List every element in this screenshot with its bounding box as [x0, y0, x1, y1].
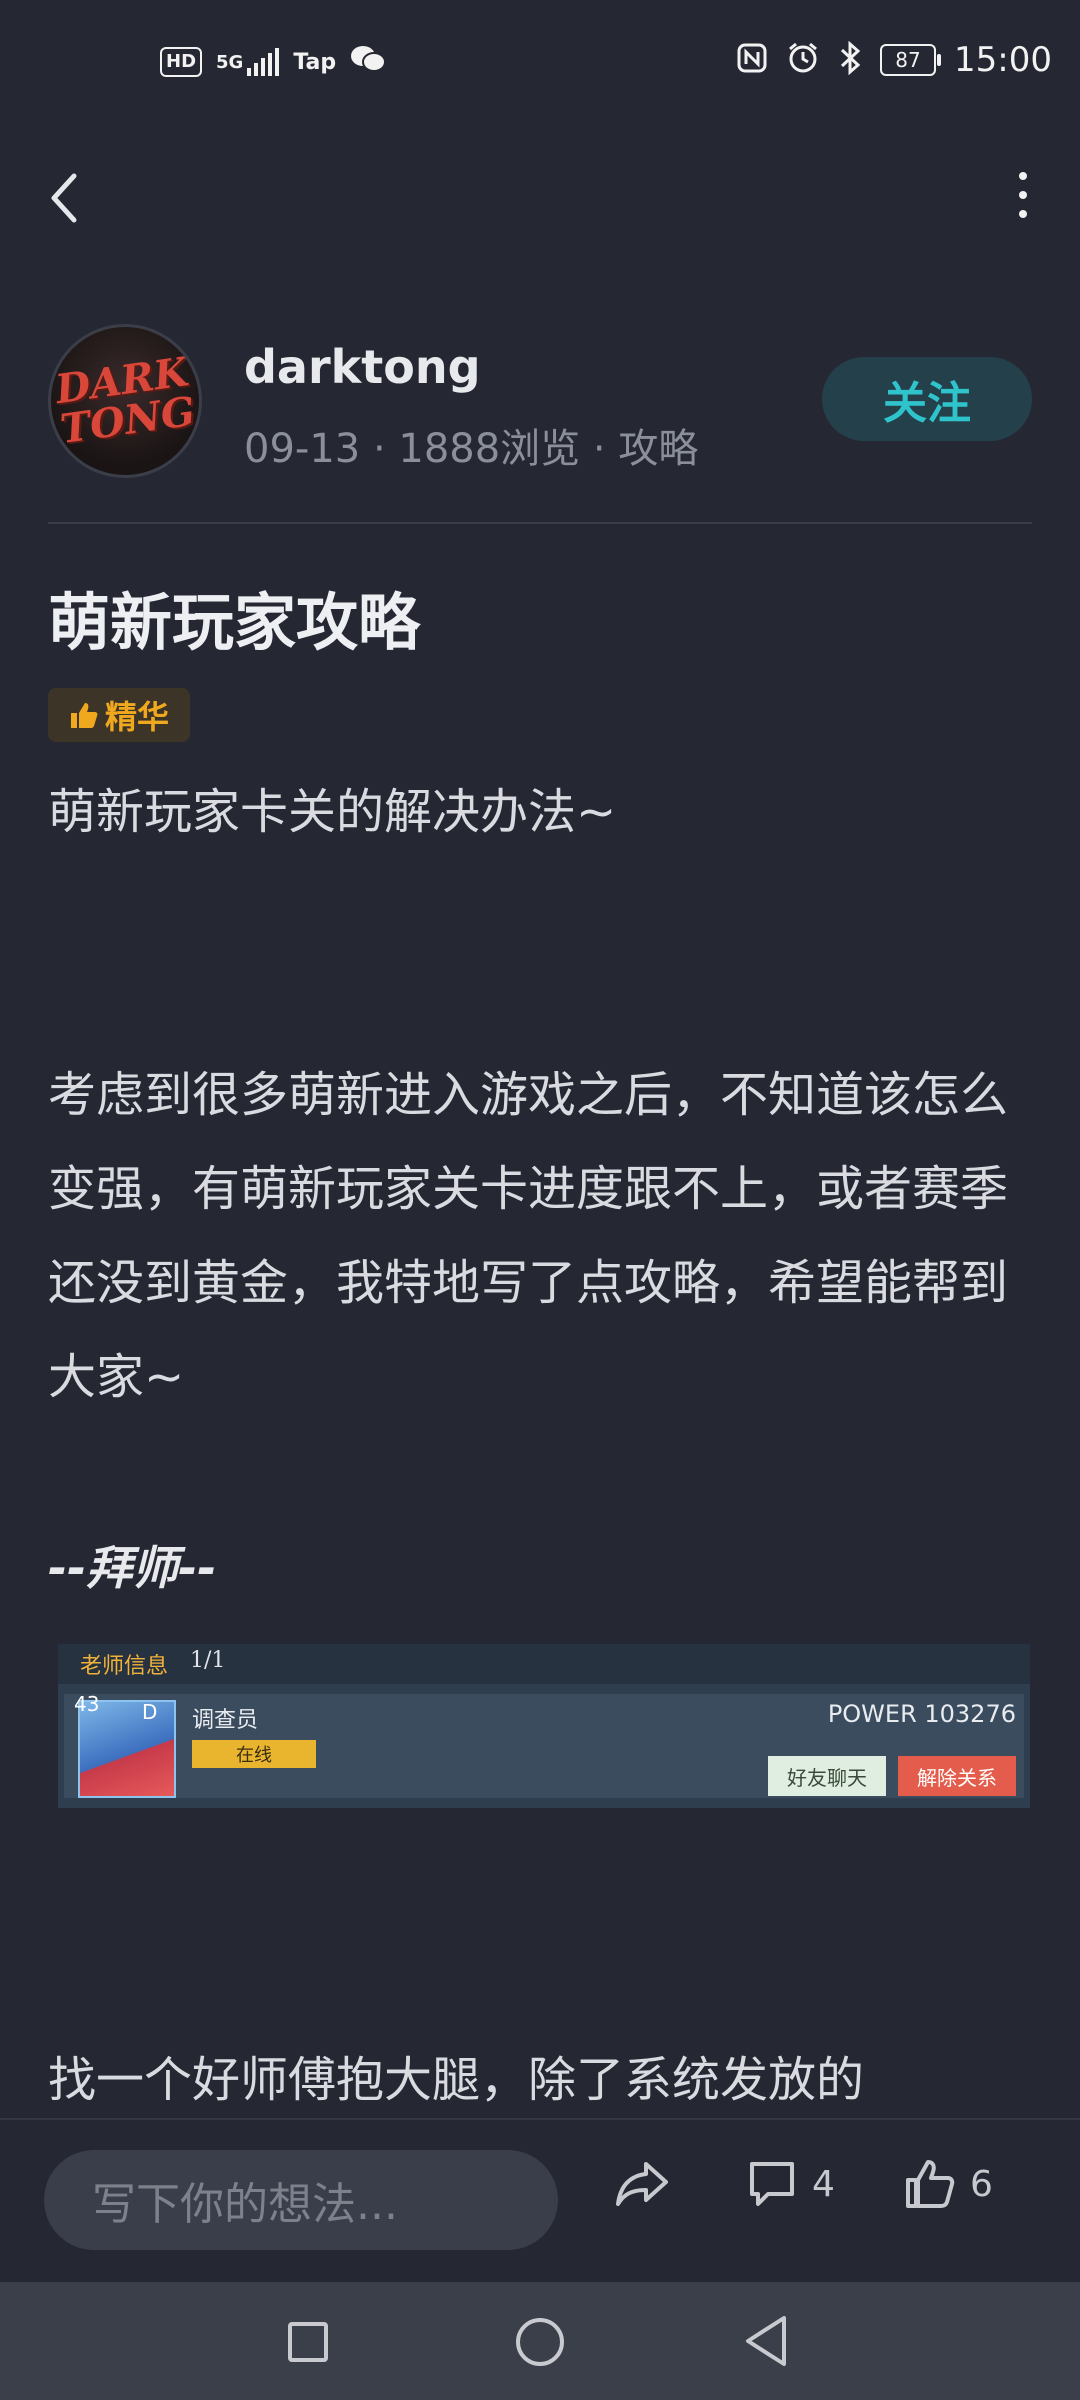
divider [48, 522, 1032, 524]
post-title: 萌新玩家攻略 [48, 586, 421, 659]
taptap-icon: Tap [293, 49, 337, 75]
alarm-icon [786, 41, 820, 79]
back-button[interactable] [46, 168, 86, 228]
follow-button[interactable]: 关注 [822, 357, 1032, 441]
like-count: 6 [970, 2163, 993, 2205]
badge-label: 精华 [104, 698, 169, 736]
recents-button[interactable] [288, 2322, 328, 2362]
status-left: HD 5G Tap [160, 44, 387, 80]
battery-icon: 87 [880, 44, 942, 76]
network-indicator: 5G [216, 48, 280, 76]
power-value: POWER 103276 [827, 1700, 1016, 1728]
unbind-button: 解除关系 [898, 1756, 1016, 1796]
more-dot-icon [1019, 172, 1027, 180]
section-heading: --拜师-- [48, 1541, 217, 1595]
more-dot-icon [1019, 210, 1027, 218]
featured-badge: 精华 [48, 688, 190, 742]
system-nav-bar [0, 2282, 1080, 2400]
share-icon [616, 2162, 668, 2206]
triangle-back-icon [746, 2316, 786, 2366]
game-screenshot[interactable]: 老师信息 1/1 43 D 调查员 在线 POWER 103276 好友聊天 解… [58, 1644, 1030, 1808]
paragraph-continued: 找一个好师傅抱大腿，除了系统发放的 [48, 2052, 865, 2108]
avatar-logo: DARK TONG [52, 348, 198, 453]
teacher-role: 调查员 [192, 1708, 259, 1733]
wechat-icon [350, 44, 387, 80]
status-right: 87 15:00 [736, 40, 1052, 80]
online-status: 在线 [192, 1740, 316, 1768]
system-back-button[interactable] [742, 2314, 792, 2368]
friend-chat-button: 好友聊天 [768, 1756, 886, 1796]
hd-indicator: HD [160, 47, 203, 77]
status-bar: HD 5G Tap 87 15:00 [0, 0, 1080, 136]
more-options-button[interactable] [1010, 170, 1036, 220]
home-button[interactable] [516, 2318, 564, 2366]
bluetooth-icon [838, 40, 862, 79]
comment-count: 4 [812, 2163, 835, 2205]
comment-input[interactable]: 写下你的想法... [44, 2150, 558, 2250]
author-name[interactable]: darktong [244, 340, 481, 394]
paragraph-body: 考虑到很多萌新进入游戏之后，不知道该怎么变强，有萌新玩家关卡进度跟不上，或者赛季… [48, 1067, 1009, 1405]
comment-button[interactable]: 4 [746, 2158, 835, 2210]
thumbs-up-icon [906, 2160, 955, 2208]
like-button[interactable]: 6 [904, 2158, 993, 2210]
chevron-left-icon [51, 173, 77, 223]
nfc-icon [736, 42, 768, 78]
bottom-action-bar: 写下你的想法... 4 6 [0, 2118, 1080, 2284]
share-button[interactable] [612, 2158, 672, 2210]
author-avatar[interactable]: DARK TONG [48, 324, 202, 478]
clock: 15:00 [954, 40, 1052, 80]
post-meta: 09-13 · 1888浏览 · 攻略 [244, 426, 699, 472]
teacher-rank: D [142, 1700, 158, 1724]
signal-icon [247, 48, 280, 76]
thumbs-up-icon [70, 703, 98, 728]
paragraph-intro: 萌新玩家卡关的解决办法~ [48, 784, 617, 840]
teacher-level: 43 [74, 1692, 100, 1716]
teacher-count: 1/1 [190, 1648, 226, 1673]
more-dot-icon [1019, 191, 1027, 199]
comment-icon [750, 2162, 794, 2206]
teacher-info-label: 老师信息 [80, 1654, 169, 1679]
